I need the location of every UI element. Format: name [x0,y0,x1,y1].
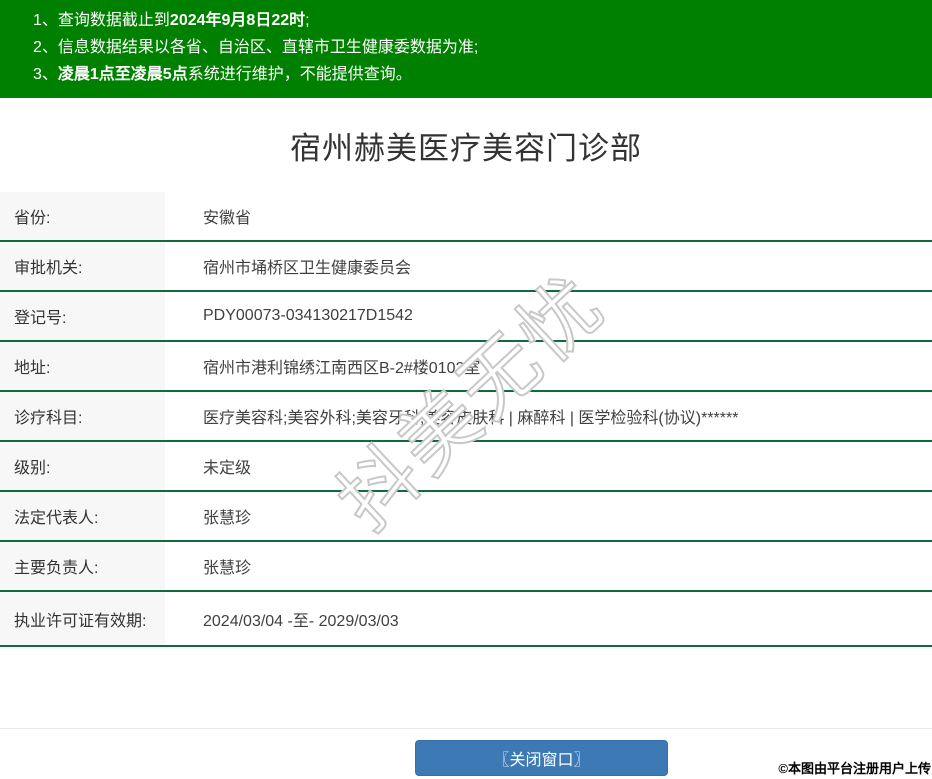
field-label: 执业许可证有效期: [0,592,165,645]
table-row-treatment-subjects: 诊疗科目: 医疗美容科;美容外科;美容牙科;美容皮肤科 | 麻醉科 | 医学检验… [0,392,932,442]
field-label: 审批机关: [0,242,165,290]
field-value: 未定级 [203,460,252,477]
table-row-license-validity: 执业许可证有效期: 2024/03/04 -至- 2029/03/03 [0,592,932,647]
close-window-button[interactable]: 〖关闭窗口〗 [415,740,668,776]
notice-line-2-text: 信息数据结果以各省、自治区、直辖市卫生健康委数据为准; [57,39,479,56]
notice-line-1: 1、查询数据截止到2024年9月8日22时; [33,7,922,34]
notice-line-2: 2、信息数据结果以各省、自治区、直辖市卫生健康委数据为准; [33,34,922,61]
notice-line-3-num: 3、 [33,66,58,83]
field-label: 主要负责人: [0,542,165,590]
field-value: 张慧珍 [203,510,252,527]
table-row-approval-authority: 审批机关: 宿州市埇桥区卫生健康委员会 [0,242,932,292]
field-value: 2024/03/04 -至- 2029/03/03 [203,612,399,630]
field-label: 法定代表人: [0,492,165,540]
field-value: 医疗美容科;美容外科;美容牙科;美容皮肤科 | 麻醉科 | 医学检验科(协议)*… [203,410,739,427]
table-row-level: 级别: 未定级 [0,442,932,492]
field-value: PDY00073-034130217D1542 [203,307,413,324]
notice-banner: 1、查询数据截止到2024年9月8日22时; 2、信息数据结果以各省、自治区、直… [0,0,932,98]
table-row-province: 省份: 安徽省 [0,192,932,242]
field-label: 级别: [0,442,165,490]
query-result-page: 1、查询数据截止到2024年9月8日22时; 2、信息数据结果以各省、自治区、直… [0,0,932,779]
copyright-watermark: ©本图由平台注册用户上传 [778,761,931,776]
notice-line-3-tail: 系统进行维护，不能提供查询。 [187,66,412,83]
notice-line-1-bold: 2024年9月8日22时 [169,12,306,29]
field-label: 省份: [0,192,165,240]
notice-line-1-text: 查询数据截止到 [57,12,170,29]
table-row-main-person-in-charge: 主要负责人: 张慧珍 [0,542,932,592]
page-title: 宿州赫美医疗美容门诊部 [290,130,642,166]
field-value: 安徽省 [203,210,252,227]
notice-line-1-tail: ; [305,12,310,29]
field-label: 地址: [0,342,165,390]
table-row-address: 地址: 宿州市港利锦绣江南西区B-2#楼0102室 [0,342,932,392]
field-label: 登记号: [0,292,165,340]
footer-divider [0,728,932,729]
field-value: 宿州市港利锦绣江南西区B-2#楼0102室 [203,360,481,377]
field-value: 宿州市埇桥区卫生健康委员会 [203,260,412,277]
notice-line-3: 3、凌晨1点至凌晨5点系统进行维护，不能提供查询。 [33,61,922,88]
table-row-registration-number: 登记号: PDY00073-034130217D1542 [0,292,932,342]
field-label: 诊疗科目: [0,392,165,440]
notice-line-3-bold: 凌晨1点至凌晨5点 [57,66,188,83]
notice-line-2-num: 2、 [33,39,58,56]
table-row-legal-representative: 法定代表人: 张慧珍 [0,492,932,542]
field-value: 张慧珍 [203,560,252,577]
title-section: 宿州赫美医疗美容门诊部 [0,98,932,192]
notice-line-1-num: 1、 [33,12,58,29]
institution-info-table: 省份: 安徽省 审批机关: 宿州市埇桥区卫生健康委员会 登记号: PDY0007… [0,192,932,647]
